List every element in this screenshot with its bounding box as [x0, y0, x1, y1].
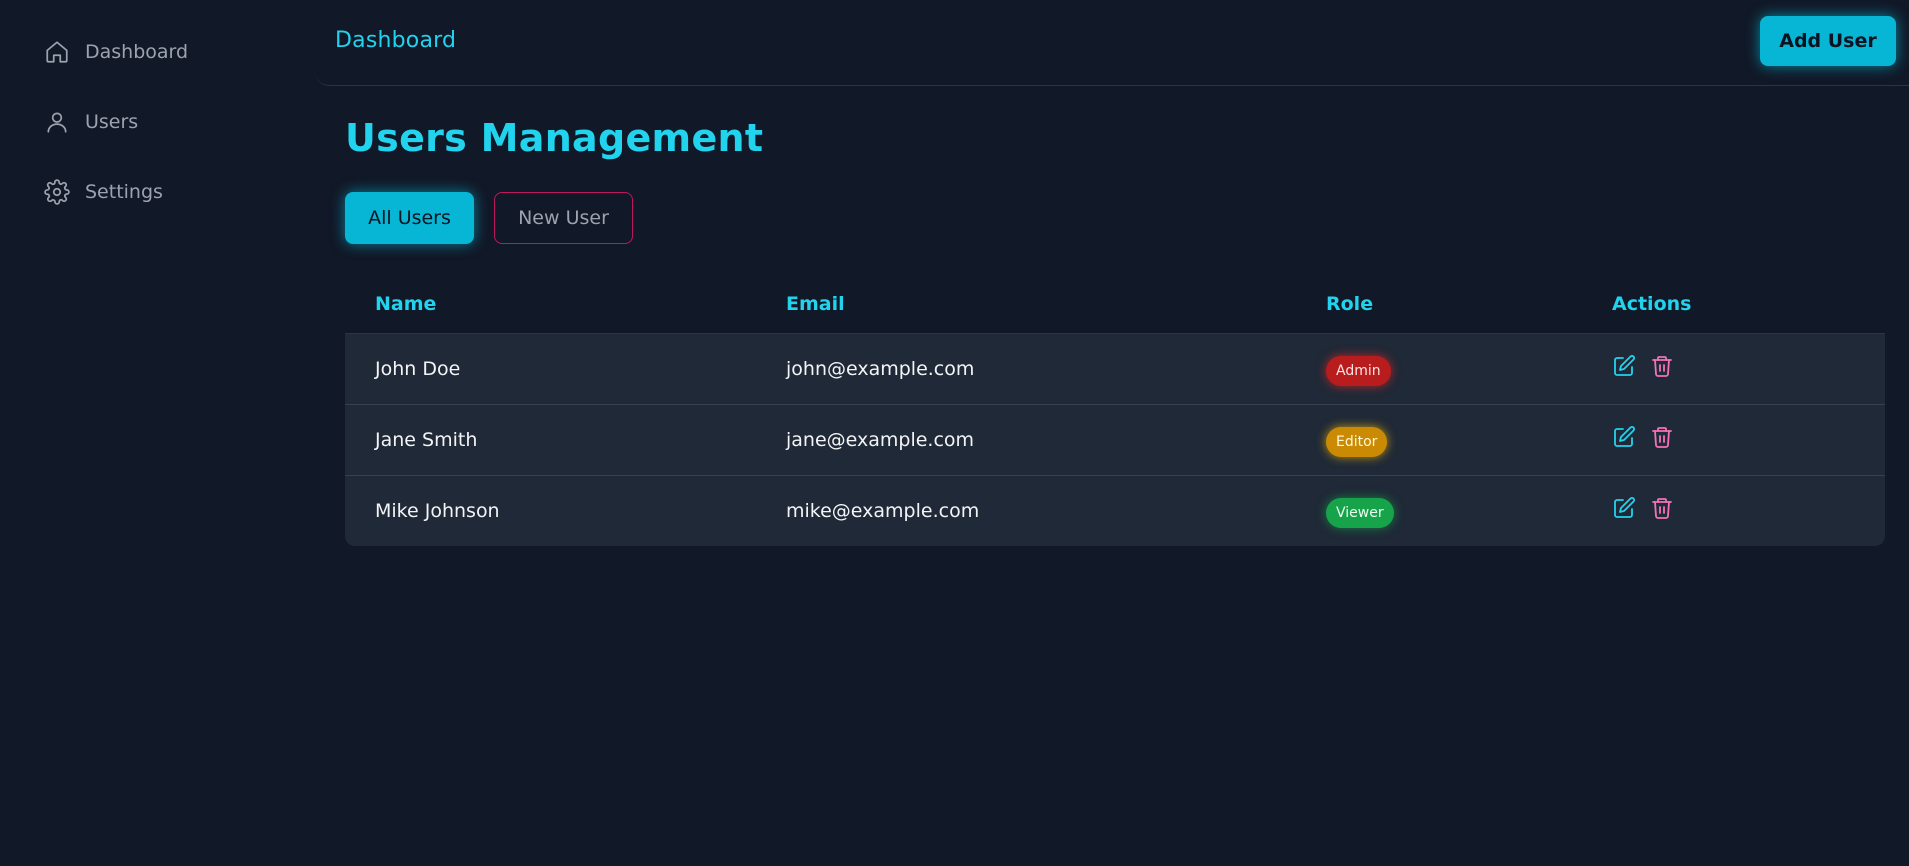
table-row: Mike Johnson mike@example.com Viewer: [345, 476, 1885, 546]
user-name: Jane Smith: [375, 429, 478, 451]
sidebar: Dashboard Users Settings: [0, 0, 315, 866]
table-header: Name Email Role Actions: [345, 270, 1885, 334]
sidebar-item-settings[interactable]: Settings: [44, 174, 163, 210]
column-header-email[interactable]: Email: [786, 293, 845, 315]
header-title: Dashboard: [335, 28, 457, 53]
column-header-role[interactable]: Role: [1326, 293, 1373, 315]
sidebar-item-label: Dashboard: [85, 40, 189, 63]
sidebar-item-users[interactable]: Users: [44, 104, 138, 140]
page-title: Users Management: [345, 116, 764, 160]
tab-all-users[interactable]: All Users: [345, 192, 474, 244]
column-header-actions: Actions: [1612, 293, 1692, 315]
role-badge: Admin: [1326, 356, 1391, 386]
user-email: jane@example.com: [786, 429, 975, 451]
role-badge: Viewer: [1326, 498, 1394, 528]
role-badge: Editor: [1326, 427, 1388, 457]
sidebar-item-label: Settings: [85, 180, 163, 203]
users-table: Name Email Role Actions John Doe john@ex…: [345, 270, 1885, 546]
delete-icon[interactable]: [1650, 425, 1674, 449]
delete-icon[interactable]: [1650, 354, 1674, 378]
sidebar-item-label: Users: [85, 110, 139, 133]
home-icon: [46, 41, 68, 63]
table-row: Jane Smith jane@example.com Editor: [345, 405, 1885, 476]
tab-new-user[interactable]: New User: [494, 192, 633, 244]
column-header-name[interactable]: Name: [375, 293, 436, 315]
app: Dashboard Users Settings Dashboard Add U…: [0, 0, 1909, 866]
header: Dashboard Add User: [315, 0, 1909, 86]
user-icon: [47, 112, 67, 133]
edit-icon[interactable]: [1612, 425, 1636, 449]
delete-icon[interactable]: [1650, 496, 1674, 520]
user-email: john@example.com: [786, 358, 975, 380]
user-name: Mike Johnson: [375, 500, 500, 522]
user-name: John Doe: [375, 358, 461, 380]
user-email: mike@example.com: [786, 500, 980, 522]
edit-icon[interactable]: [1612, 354, 1636, 378]
sidebar-item-dashboard[interactable]: Dashboard: [44, 34, 188, 70]
add-user-button[interactable]: Add User: [1760, 16, 1896, 66]
table-row: John Doe john@example.com Admin: [345, 334, 1885, 405]
edit-icon[interactable]: [1612, 496, 1636, 520]
gear-icon: [44, 179, 70, 205]
